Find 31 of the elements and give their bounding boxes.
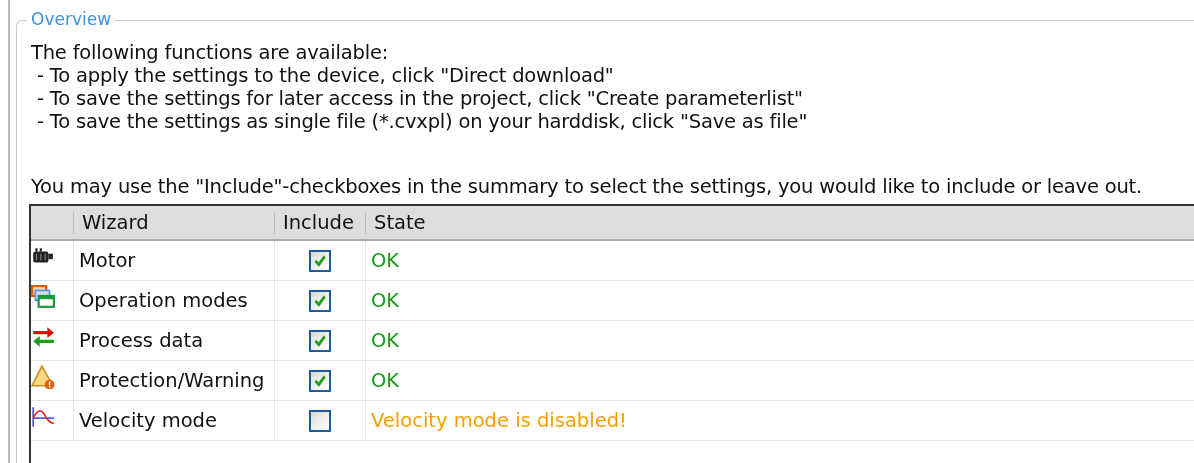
function-item: - To save the settings as single file (*.cvxpl) on your harddisk, click "Save as file" [36, 110, 809, 133]
curve-icon [31, 405, 55, 429]
include-checkbox[interactable] [309, 409, 331, 432]
state-cell: OK [365, 361, 1194, 400]
hint-text: You may use the "Include"-checkboxes in the summary to select the settings, you would like to include or leave out. [31, 175, 1143, 198]
checkmark-icon [313, 333, 327, 348]
include-checkbox[interactable] [309, 369, 331, 392]
wizard-cell: Process data [73, 321, 274, 360]
column-header: State [365, 211, 1194, 234]
windows-icon [31, 285, 55, 309]
state-cell: OK [365, 281, 1194, 320]
state-cell: OK [365, 241, 1194, 280]
function-item: - To apply the settings to the device, click "Direct download" [36, 64, 615, 87]
include-checkbox[interactable] [309, 289, 331, 312]
checkmark-icon [313, 253, 327, 268]
wizard-cell: Motor [73, 241, 274, 280]
function-item: - To save the settings for later access in the project, click "Create parameterlist" [36, 87, 804, 110]
wizard-cell: Velocity mode [73, 401, 274, 440]
state-cell: OK [365, 321, 1194, 360]
state-cell: Velocity mode is disabled! [365, 401, 1194, 440]
checkmark-icon [313, 373, 327, 388]
column-header: Include [274, 211, 365, 234]
checkmark-icon [313, 293, 327, 308]
include-checkbox[interactable] [309, 329, 331, 352]
wizard-cell: Operation modes [73, 281, 274, 320]
warning-icon [31, 365, 55, 389]
arrows-icon [31, 325, 55, 349]
wizard-cell: Protection/Warning [73, 361, 274, 400]
column-header: Wizard [73, 211, 274, 234]
include-checkbox[interactable] [309, 249, 331, 272]
intro-text: The following functions are available: [31, 41, 390, 64]
